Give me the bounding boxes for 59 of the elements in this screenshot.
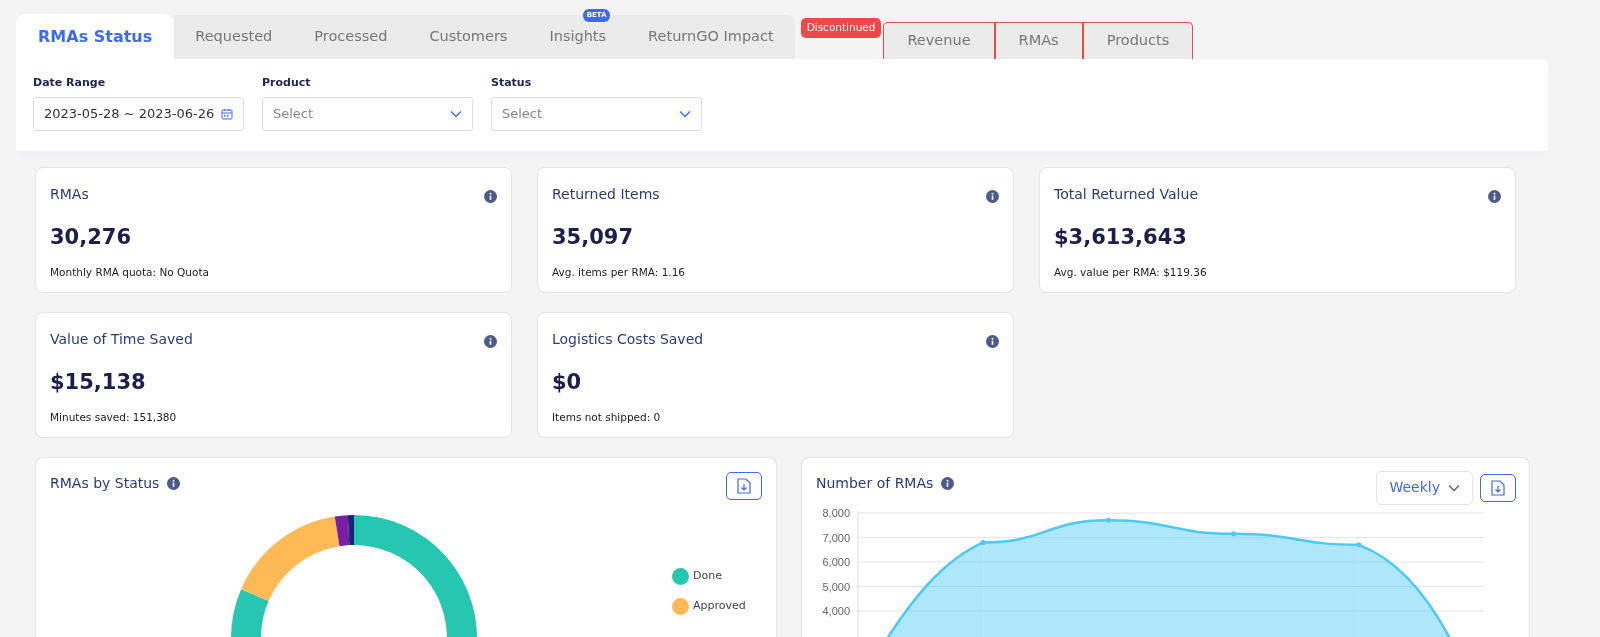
stat-title: Total Returned Value xyxy=(1054,184,1198,204)
download-button[interactable] xyxy=(1480,473,1516,502)
download-file-icon xyxy=(737,477,751,494)
stat-value: $15,138 xyxy=(50,368,147,396)
tab[interactable]: RMAs xyxy=(994,22,1083,59)
stat-note: Monthly RMA quota: No Quota xyxy=(50,265,210,280)
stat-value: $3,613,643 xyxy=(1054,223,1188,251)
data-point xyxy=(980,539,986,545)
tab[interactable]: Products xyxy=(1082,22,1194,59)
legend-label: Done xyxy=(693,567,722,584)
download-file-icon xyxy=(1491,479,1505,496)
stat-note: Minutes saved: 151,380 xyxy=(50,410,178,425)
info-icon xyxy=(941,476,955,490)
chevron-down-icon xyxy=(450,109,462,118)
stat-note: Avg. value per RMA: $119.36 xyxy=(1054,265,1208,280)
data-point xyxy=(1105,517,1111,523)
y-axis-label: 6,000 xyxy=(822,555,850,568)
tab[interactable]: Requested xyxy=(174,15,294,59)
y-axis-label: 4,000 xyxy=(822,604,850,617)
tab[interactable]: Customers xyxy=(408,15,529,59)
tab[interactable]: Revenue xyxy=(883,22,995,59)
discontinued-badge: Discontinued xyxy=(800,18,882,38)
stat-value: $0 xyxy=(552,368,583,396)
data-point xyxy=(1356,541,1362,547)
chart-title: RMAs by Status xyxy=(50,473,160,493)
data-point xyxy=(1231,530,1237,536)
date-range-field[interactable]: 2023-05-28 ~ 2023-06-26 xyxy=(33,96,244,131)
chart-title: Number of RMAs xyxy=(816,473,934,493)
stat-value: 30,276 xyxy=(50,223,133,251)
info-icon xyxy=(484,189,497,203)
filter-label: Product xyxy=(262,75,312,91)
info-icon xyxy=(1488,189,1501,203)
y-axis-label: 8,000 xyxy=(822,506,850,519)
filter-label: Status xyxy=(491,75,533,91)
info-icon xyxy=(484,334,497,348)
stat-value: 35,097 xyxy=(552,223,635,251)
y-axis-label: 5,000 xyxy=(822,580,850,592)
legend-label: Approved xyxy=(693,597,746,614)
stat-title: Logistics Costs Saved xyxy=(552,329,704,349)
tab[interactable]: ReturnGO Impact xyxy=(627,15,795,59)
select-field[interactable]: Select xyxy=(491,96,702,131)
tab[interactable]: RMAs Status xyxy=(16,14,175,59)
stat-note: Avg. items per RMA: 1.16 xyxy=(552,265,687,280)
info-icon xyxy=(167,476,181,490)
y-axis-label: 7,000 xyxy=(822,531,850,543)
calendar-icon xyxy=(221,107,233,120)
tab[interactable]: Processed xyxy=(293,15,409,59)
period-dropdown[interactable]: Weekly xyxy=(1376,470,1473,505)
stat-note: Items not shipped: 0 xyxy=(552,410,662,425)
download-button[interactable] xyxy=(726,471,762,500)
info-icon xyxy=(986,334,999,348)
select-field[interactable]: Select xyxy=(262,96,473,131)
chevron-down-icon xyxy=(679,109,691,118)
filter-label: Date Range xyxy=(33,75,107,91)
stat-title: RMAs xyxy=(50,184,89,204)
stat-title: Returned Items xyxy=(552,184,660,204)
info-icon xyxy=(986,189,999,203)
stat-title: Value of Time Saved xyxy=(50,329,193,349)
chevron-down-icon xyxy=(1448,483,1460,492)
